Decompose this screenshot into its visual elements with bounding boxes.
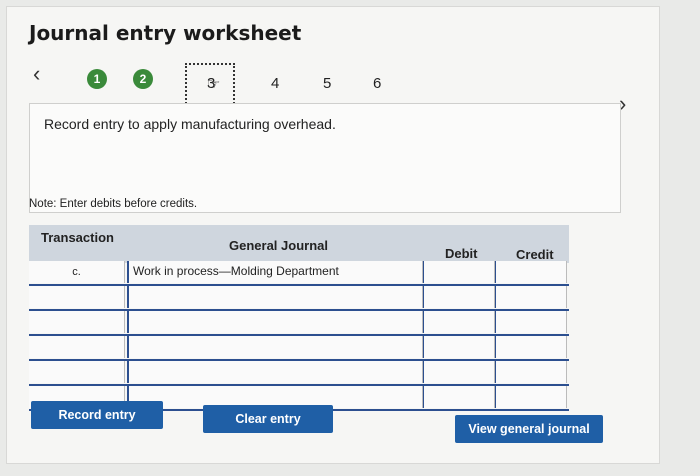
- transaction-cell: [29, 286, 125, 308]
- header-general-journal: General Journal: [229, 238, 328, 253]
- credit-input[interactable]: [495, 311, 567, 333]
- table-row: c. Work in process—Molding Department: [29, 261, 569, 286]
- header-debit: Debit: [445, 246, 478, 261]
- credit-input[interactable]: [495, 261, 567, 283]
- clear-entry-button[interactable]: Clear entry: [203, 405, 333, 433]
- debit-input[interactable]: [423, 261, 495, 283]
- debit-input[interactable]: [423, 336, 495, 358]
- account-select[interactable]: [127, 286, 423, 308]
- view-general-journal-button[interactable]: View general journal: [455, 415, 603, 443]
- debit-input[interactable]: [423, 311, 495, 333]
- account-select[interactable]: [127, 311, 423, 333]
- debit-input[interactable]: [423, 361, 495, 383]
- account-select[interactable]: Work in process—Molding Department: [127, 261, 423, 283]
- page-title: Journal entry worksheet: [29, 21, 302, 45]
- table-row: [29, 311, 569, 336]
- credit-input[interactable]: [495, 361, 567, 383]
- step-1[interactable]: 1: [87, 69, 107, 89]
- step-4[interactable]: 4: [271, 75, 279, 92]
- chevron-left-icon[interactable]: ‹: [33, 61, 40, 87]
- header-credit: Credit: [516, 247, 554, 262]
- table-header: Transaction General Journal Debit Credit: [29, 225, 569, 263]
- step-3-current[interactable]: 3 ☞: [185, 63, 235, 107]
- instruction-box: Record entry to apply manufacturing over…: [29, 103, 621, 213]
- transaction-cell: c.: [29, 261, 125, 283]
- account-select[interactable]: [127, 361, 423, 383]
- transaction-cell: [29, 311, 125, 333]
- header-transaction: Transaction: [41, 230, 114, 245]
- table-row: [29, 286, 569, 311]
- record-entry-button[interactable]: Record entry: [31, 401, 163, 429]
- table-row: [29, 336, 569, 361]
- credit-input[interactable]: [495, 286, 567, 308]
- table-rows: c. Work in process—Molding Department: [29, 261, 569, 411]
- note-text: Note: Enter debits before credits.: [29, 198, 198, 210]
- journal-table: Transaction General Journal Debit Credit…: [29, 225, 569, 411]
- transaction-cell: [29, 361, 125, 383]
- instruction-text: Record entry to apply manufacturing over…: [44, 116, 336, 132]
- debit-input[interactable]: [423, 386, 495, 408]
- table-row: [29, 361, 569, 386]
- step-6[interactable]: 6: [373, 75, 381, 92]
- credit-input[interactable]: [495, 336, 567, 358]
- step-2[interactable]: 2: [133, 69, 153, 89]
- debit-input[interactable]: [423, 286, 495, 308]
- credit-input[interactable]: [495, 386, 567, 408]
- hand-pointer-icon: ☞: [207, 76, 221, 93]
- transaction-cell: [29, 336, 125, 358]
- step-5[interactable]: 5: [323, 75, 331, 92]
- worksheet-panel: Journal entry worksheet ‹ 1 2 3 ☞ 4 5 6 …: [6, 6, 660, 464]
- account-select[interactable]: [127, 336, 423, 358]
